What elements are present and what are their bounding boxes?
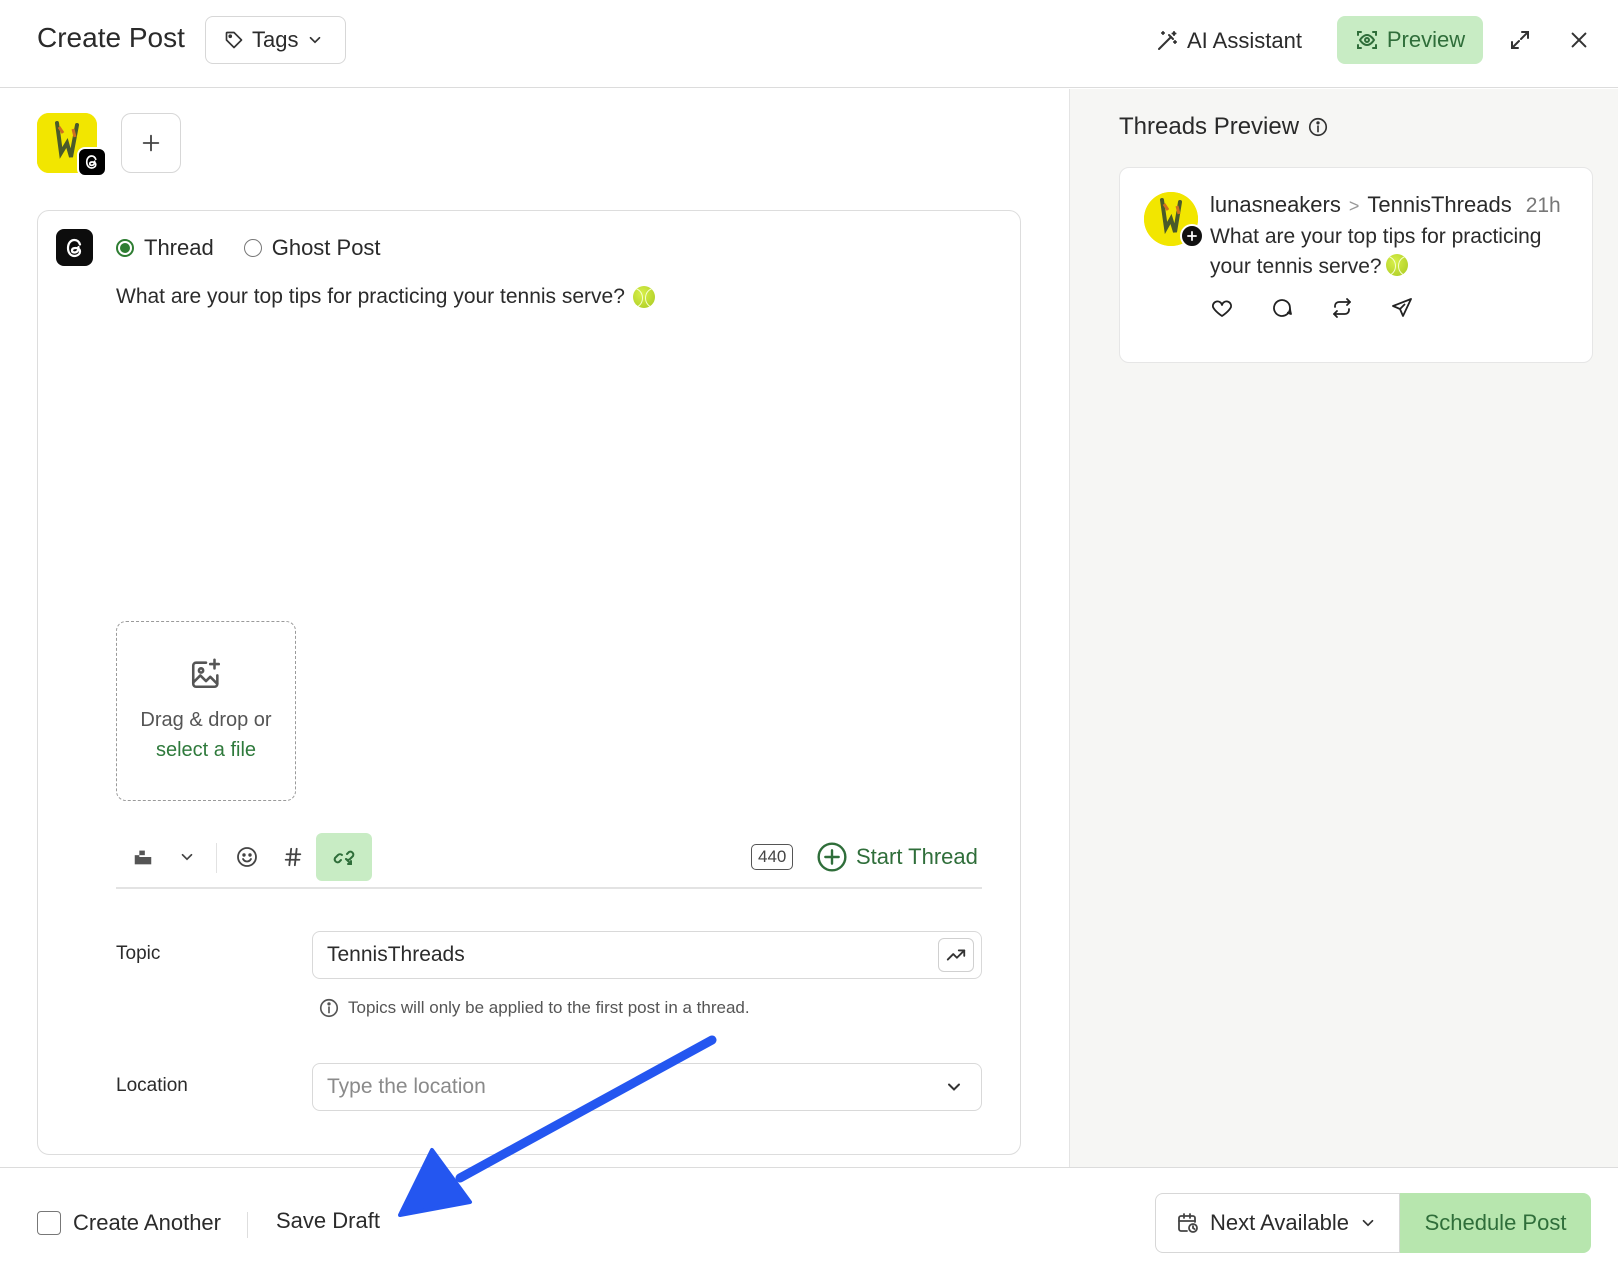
preview-time: 21h (1525, 194, 1561, 217)
editor-pane: Thread Ghost Post What are your top tips… (0, 89, 1069, 1167)
threads-icon (56, 229, 93, 266)
preview-header: lunasneakers > TennisThreads 21h (1210, 192, 1561, 218)
add-account-button[interactable] (121, 113, 181, 173)
threads-icon (77, 147, 107, 177)
preview-label: Preview (1386, 27, 1466, 52)
create-another-checkbox[interactable] (37, 1211, 61, 1235)
avatar (1144, 192, 1204, 248)
preview-text: What are your top tips for practicing yo… (1210, 225, 1542, 278)
radio-thread[interactable]: Thread (116, 235, 214, 261)
info-icon (318, 997, 340, 1019)
hashtag-button[interactable] (270, 833, 316, 881)
calendar-clock-icon (1176, 1211, 1200, 1235)
footer-divider (247, 1212, 248, 1238)
ai-assistant-label: AI Assistant (1187, 28, 1302, 53)
radio-ghost-post[interactable]: Ghost Post (243, 235, 381, 261)
unlink-icon (332, 845, 356, 869)
topic-note: Topics will only be applied to the first… (318, 997, 750, 1019)
chevron-down-icon (1359, 1214, 1377, 1232)
radio-ghost-post-label: Ghost Post (271, 235, 381, 260)
preview-button[interactable]: Preview (1337, 16, 1483, 64)
chevron-down-icon[interactable] (944, 1077, 964, 1097)
chevron-down-icon (178, 848, 196, 866)
radio-button[interactable] (243, 239, 262, 257)
hashtag-icon (282, 846, 304, 868)
info-icon[interactable] (1307, 116, 1329, 138)
image-plus-icon (189, 657, 223, 691)
repost-icon (1330, 296, 1354, 320)
preview-pane: Threads Preview lunasneakers > TennisThr… (1069, 89, 1618, 1167)
post-editor-card: Thread Ghost Post What are your top tips… (37, 210, 1021, 1155)
heart-icon (1210, 296, 1234, 320)
chevron-down-icon (306, 31, 324, 49)
threads-preview-card: lunasneakers > TennisThreads 21h What ar… (1119, 167, 1593, 363)
post-text: What are your top tips for practicing yo… (116, 285, 625, 308)
buffer-button[interactable] (120, 833, 166, 881)
trending-topics-button[interactable] (938, 938, 974, 972)
create-another-toggle[interactable]: Create Another (37, 1210, 221, 1236)
close-icon (1568, 29, 1590, 51)
tennis-ball-emoji (1385, 254, 1408, 276)
radio-button[interactable] (116, 239, 134, 257)
plus-circle-icon (816, 841, 848, 873)
topic-note-text: Topics will only be applied to the first… (348, 998, 750, 1017)
account-avatar[interactable] (37, 113, 107, 177)
character-count: 440 (751, 844, 794, 870)
preview-username: lunasneakers (1210, 192, 1341, 217)
expand-icon (1508, 28, 1532, 52)
editor-toolbar: 440 Start Thread (116, 833, 982, 889)
page-title: Create Post (37, 22, 185, 53)
ai-assistant-button[interactable]: AI Assistant (1155, 18, 1302, 64)
trending-icon (945, 944, 967, 966)
buffer-icon (132, 846, 154, 868)
footer: Create Another Save Draft Next Available… (0, 1167, 1618, 1266)
preview-title-text: Threads Preview (1119, 113, 1300, 140)
buffer-dropdown-button[interactable] (164, 833, 210, 881)
comment-icon (1270, 296, 1294, 320)
start-thread-button[interactable]: Start Thread (816, 837, 978, 877)
plus-icon (140, 132, 162, 154)
schedule-post-button[interactable]: Schedule Post (1400, 1193, 1591, 1253)
tag-icon (224, 30, 244, 50)
emoji-button[interactable] (224, 833, 270, 881)
topic-label: Topic (116, 943, 161, 964)
dropzone-text: Drag & drop or (140, 709, 272, 731)
start-thread-label: Start Thread (856, 844, 978, 869)
create-another-label: Create Another (73, 1210, 221, 1235)
tags-label: Tags (252, 27, 299, 52)
tennis-ball-emoji (632, 286, 655, 308)
preview-actions (1210, 296, 1414, 320)
send-icon (1390, 296, 1414, 320)
magic-wand-icon (1155, 29, 1179, 53)
location-label: Location (116, 1075, 188, 1096)
preview-title: Threads Preview (1119, 113, 1329, 141)
schedule-time-dropdown[interactable]: Next Available (1155, 1193, 1400, 1253)
location-input[interactable] (312, 1063, 982, 1111)
tags-button[interactable]: Tags (205, 16, 346, 64)
preview-post-text: What are your top tips for practicing yo… (1210, 222, 1582, 282)
media-dropzone[interactable]: Drag & drop or select a file (116, 621, 296, 801)
preview-topic: TennisThreads (1367, 192, 1512, 217)
emoji-icon (235, 845, 259, 869)
preview-separator: > (1348, 196, 1360, 216)
link-shortener-toggle[interactable] (316, 833, 372, 881)
topic-input[interactable] (312, 931, 982, 979)
close-button[interactable] (1561, 22, 1597, 58)
post-text-editor[interactable]: What are your top tips for practicing yo… (116, 285, 655, 309)
save-draft-button[interactable]: Save Draft (276, 1208, 380, 1234)
eye-icon (1355, 28, 1379, 52)
plus-icon (1180, 224, 1204, 248)
toolbar-divider (216, 843, 217, 873)
post-type-radio-group: Thread Ghost Post (116, 235, 381, 261)
next-available-label: Next Available (1210, 1210, 1350, 1235)
select-file-link[interactable]: select a file (156, 735, 256, 765)
expand-button[interactable] (1502, 22, 1538, 58)
header: Create Post Tags AI Assistant Preview (0, 0, 1618, 88)
radio-thread-label: Thread (144, 235, 214, 260)
